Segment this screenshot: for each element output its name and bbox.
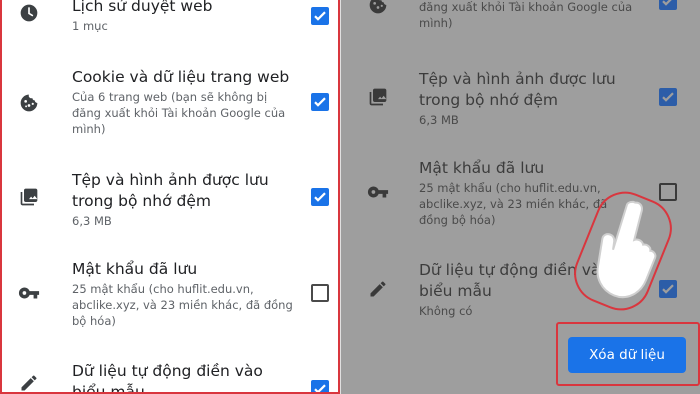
checkbox-browsing-history[interactable] xyxy=(311,7,329,25)
pencil-icon xyxy=(367,278,389,300)
list-item-passwords[interactable]: Mật khẩu đã lưu 25 mật khẩu (cho huflit.… xyxy=(2,256,338,336)
item-title: Tệp và hình ảnh được lưu trong bộ nhớ đệ… xyxy=(72,171,269,210)
list-item-cookies[interactable]: đăng xuất khỏi Tài khoản Google của mình… xyxy=(341,0,700,62)
item-subtitle: Của 6 trang web (bạn sẽ không bị đăng xu… xyxy=(72,90,286,136)
checkbox-cached-files[interactable] xyxy=(311,188,329,206)
key-icon xyxy=(367,181,389,203)
item-title: Tệp và hình ảnh được lưu trong bộ nhớ đệ… xyxy=(419,70,616,109)
item-subtitle: đăng xuất khỏi Tài khoản Google của mình… xyxy=(419,0,633,30)
item-subtitle: 6,3 MB xyxy=(72,214,112,228)
checkbox-cookies[interactable] xyxy=(659,0,677,10)
list-item-browsing-history[interactable]: Lịch sử duyệt web 1 mục xyxy=(2,0,338,56)
list-item-cached-files[interactable]: Tệp và hình ảnh được lưu trong bộ nhớ đệ… xyxy=(341,66,700,140)
item-title: Mật khẩu đã lưu xyxy=(72,260,198,278)
checkbox-cookies[interactable] xyxy=(311,93,329,111)
item-title: Mật khẩu đã lưu xyxy=(419,159,545,177)
item-subtitle: 25 mật khẩu (cho huflit.edu.vn, abclike.… xyxy=(72,282,293,328)
image-icon xyxy=(18,186,40,208)
clock-icon xyxy=(18,2,40,24)
clear-data-list-left: Lịch sử duyệt web 1 mục Cookie và dữ liệ… xyxy=(0,0,340,394)
checkbox-autofill[interactable] xyxy=(311,380,329,392)
image-icon xyxy=(367,86,389,108)
cookie-icon xyxy=(18,92,40,114)
key-icon xyxy=(18,282,40,304)
item-subtitle: 1 mục xyxy=(72,19,108,33)
cookie-icon xyxy=(367,0,389,16)
checkbox-cached-files[interactable] xyxy=(659,88,677,106)
hand-pointer-icon xyxy=(596,200,657,299)
item-subtitle: 6,3 MB xyxy=(419,113,459,127)
item-title: Cookie và dữ liệu trang web xyxy=(72,68,290,86)
item-title: Lịch sử duyệt web xyxy=(72,0,213,15)
list-item-cached-files[interactable]: Tệp và hình ảnh được lưu trong bộ nhớ đệ… xyxy=(2,168,338,248)
item-title: Dữ liệu tự động điền vào biểu mẫu xyxy=(72,362,263,394)
list-item-autofill[interactable]: Dữ liệu tự động điền vào biểu mẫu xyxy=(2,358,338,394)
pencil-icon xyxy=(18,372,40,392)
list-item-cookies[interactable]: Cookie và dữ liệu trang web Của 6 trang … xyxy=(2,64,338,164)
checkbox-passwords[interactable] xyxy=(311,284,329,302)
clear-data-button[interactable]: Xóa dữ liệu xyxy=(568,337,686,373)
